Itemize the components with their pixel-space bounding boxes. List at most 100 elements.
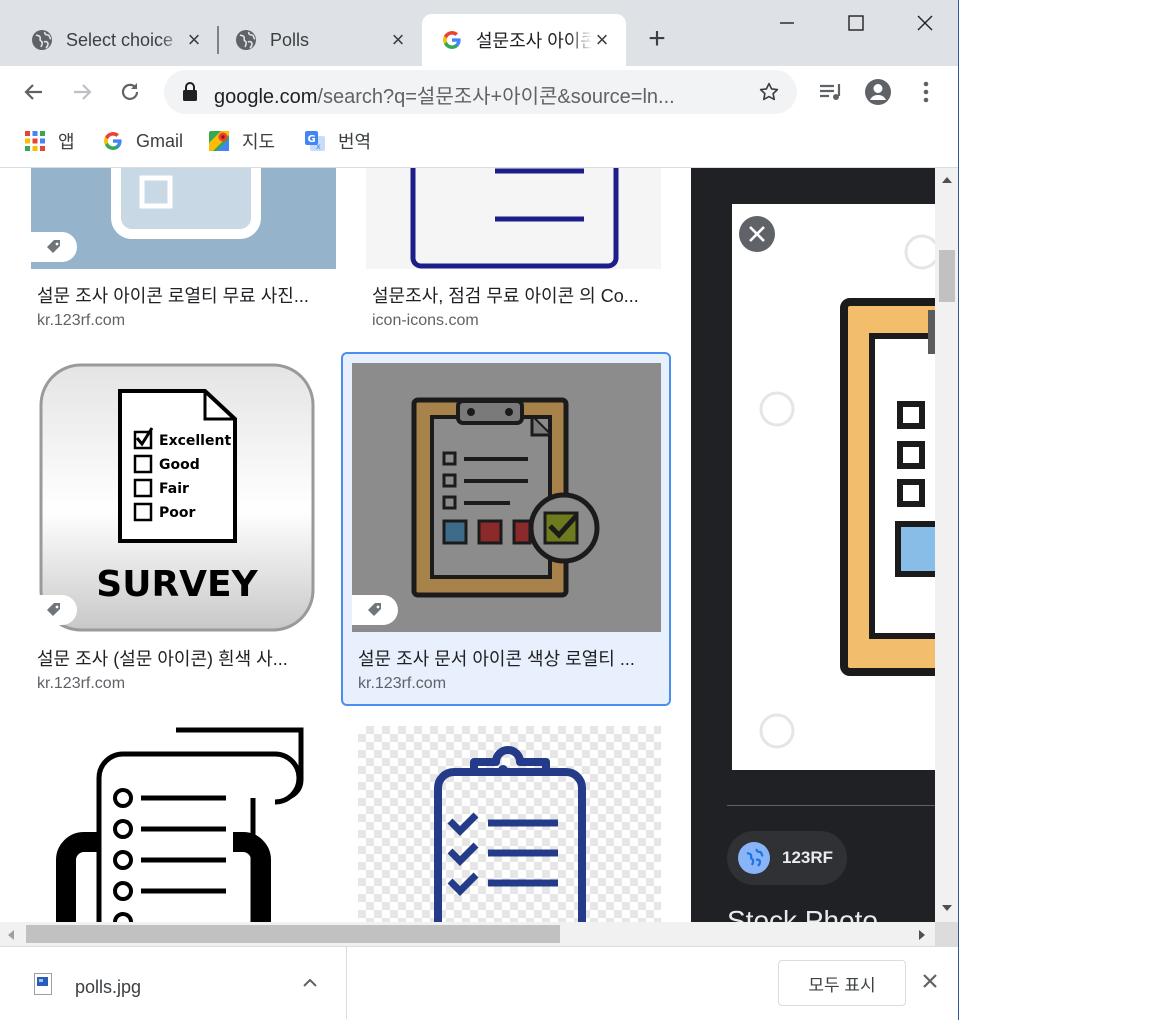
back-arrow-icon — [24, 84, 42, 100]
result-title[interactable]: 설문조사, 점검 무료 아이콘 의 Co... — [372, 282, 658, 308]
browser-window: Select choice × Polls × 설문조사 아이콘 × + goo… — [0, 0, 959, 1020]
forward-button[interactable] — [66, 76, 98, 108]
close-tab-icon[interactable]: × — [592, 27, 612, 52]
svg-text:G: G — [308, 134, 316, 145]
close-shelf-icon[interactable] — [920, 971, 940, 996]
horizontal-scrollbar[interactable] — [0, 922, 935, 946]
survey-option: Fair — [159, 481, 189, 497]
download-filename: polls.jpg — [75, 977, 142, 997]
survey-option: Good — [159, 457, 200, 473]
result-thumbnail[interactable] — [31, 726, 327, 922]
bookmark-label: 앱 — [58, 132, 75, 152]
bookmark-label: Gmail — [136, 130, 184, 151]
bookmark-translate[interactable]: G x 번역 — [304, 128, 371, 154]
close-window-button[interactable] — [890, 6, 958, 40]
result-source[interactable]: kr.123rf.com — [37, 312, 125, 330]
svg-text:x: x — [316, 142, 321, 151]
media-control-button[interactable] — [814, 76, 846, 108]
reload-button[interactable] — [114, 76, 146, 108]
survey-option: Excellent — [159, 433, 231, 449]
survey-option: Poor — [159, 505, 195, 521]
new-tab-button[interactable]: + — [642, 22, 672, 55]
show-all-downloads-button[interactable]: 모두 표시 — [778, 960, 906, 1006]
bookmark-label: 번역 — [338, 132, 372, 152]
globe-icon — [30, 28, 54, 52]
url-path: /search?q=설문조사+아이콘&source=ln... — [317, 86, 675, 108]
vertical-scroll-thumb[interactable] — [939, 250, 955, 302]
reload-icon — [121, 83, 139, 100]
tab-title: Polls — [270, 29, 310, 50]
source-chip-label: 123RF — [782, 848, 834, 867]
search-results-content: 설문 조사 아이콘 로열티 무료 사진... kr.123rf.com 설문조사… — [0, 168, 935, 922]
tab-title: 설문조사 아이콘 — [476, 31, 592, 51]
result-thumbnail[interactable] — [31, 168, 336, 269]
scroll-up-arrow-icon[interactable] — [941, 174, 953, 186]
tag-icon — [352, 595, 398, 625]
profile-button[interactable] — [862, 76, 894, 108]
result-thumbnail[interactable] — [352, 363, 661, 632]
playlist-icon — [820, 84, 841, 100]
download-item[interactable]: polls.jpg — [0, 947, 347, 1019]
result-thumbnail[interactable] — [366, 168, 661, 269]
horizontal-scroll-thumb[interactable] — [26, 925, 560, 943]
result-source[interactable]: kr.123rf.com — [358, 675, 446, 693]
menu-button[interactable] — [910, 76, 942, 108]
result-title[interactable]: 설문 조사 (설문 아이콘) 흰색 사... — [37, 645, 317, 671]
bookmark-label: 지도 — [242, 132, 276, 152]
panel-divider — [727, 805, 935, 806]
close-icon — [749, 226, 765, 242]
tab-google-search[interactable]: 설문조사 아이콘 × — [422, 14, 626, 66]
survey-heading: SURVEY — [96, 564, 258, 605]
result-source[interactable]: kr.123rf.com — [37, 675, 125, 693]
address-bar[interactable]: google.com/search?q=설문조사+아이콘&source=ln..… — [164, 70, 797, 114]
tab-title: Select choice — [66, 29, 174, 50]
bookmark-apps[interactable]: 앱 — [24, 128, 75, 154]
globe-icon — [738, 842, 770, 874]
chevron-up-icon[interactable] — [300, 975, 320, 994]
scrollbar-corner — [935, 922, 958, 946]
forward-arrow-icon — [74, 84, 92, 100]
bookmark-gmail[interactable]: Gmail — [102, 128, 183, 154]
preview-title[interactable]: Stock Photo — [727, 905, 878, 922]
result-thumbnail[interactable]: Excellent Good Fair Poor SURVEY — [31, 363, 322, 632]
url-host: google.com — [214, 86, 318, 108]
close-tab-icon[interactable]: × — [388, 27, 408, 52]
maximize-button[interactable] — [821, 6, 891, 40]
tab-strip: Select choice × Polls × 설문조사 아이콘 × + — [0, 0, 958, 66]
bookmark-maps[interactable]: 지도 — [208, 128, 275, 154]
result-title[interactable]: 설문 조사 아이콘 로열티 무료 사진... — [37, 282, 333, 308]
close-preview-button[interactable] — [739, 216, 775, 252]
scroll-down-arrow-icon[interactable] — [941, 902, 953, 914]
account-circle-icon — [865, 79, 891, 105]
close-tab-icon[interactable]: × — [184, 27, 204, 52]
scroll-left-arrow-icon[interactable] — [7, 928, 15, 946]
tab-select-choice[interactable]: Select choice × — [20, 14, 214, 66]
result-thumbnail[interactable] — [358, 726, 661, 922]
bookmark-star-icon[interactable] — [758, 81, 780, 108]
google-icon — [440, 28, 464, 52]
source-chip[interactable]: 123RF — [727, 831, 847, 885]
tab-polls[interactable]: Polls × — [222, 14, 418, 66]
image-preview-panel: 123RF Stock Photo — [691, 168, 935, 922]
apps-grid-icon — [24, 130, 46, 152]
preview-image[interactable] — [732, 204, 935, 770]
url-text[interactable]: google.com/search?q=설문조사+아이콘&source=ln..… — [214, 80, 734, 109]
back-button[interactable] — [18, 76, 50, 108]
tab-separator — [217, 26, 219, 54]
google-icon — [102, 130, 124, 152]
minimize-button[interactable] — [752, 6, 822, 40]
lock-icon — [182, 82, 198, 107]
vertical-scrollbar[interactable] — [935, 168, 958, 922]
scroll-right-arrow-icon[interactable] — [918, 928, 926, 946]
globe-icon — [234, 28, 258, 52]
tag-icon — [31, 232, 77, 262]
toolbar: google.com/search?q=설문조사+아이콘&source=ln..… — [0, 66, 958, 118]
tag-icon — [31, 595, 77, 625]
bookmarks-bar: 앱 Gmail 지도 G x 번역 — [0, 118, 958, 168]
result-source[interactable]: icon-icons.com — [372, 312, 479, 330]
maps-icon — [208, 130, 230, 152]
image-file-icon — [34, 973, 52, 995]
result-title[interactable]: 설문 조사 문서 아이콘 색상 로열티 ... — [358, 645, 658, 671]
more-vertical-icon — [923, 81, 929, 103]
translate-icon: G x — [304, 130, 326, 152]
